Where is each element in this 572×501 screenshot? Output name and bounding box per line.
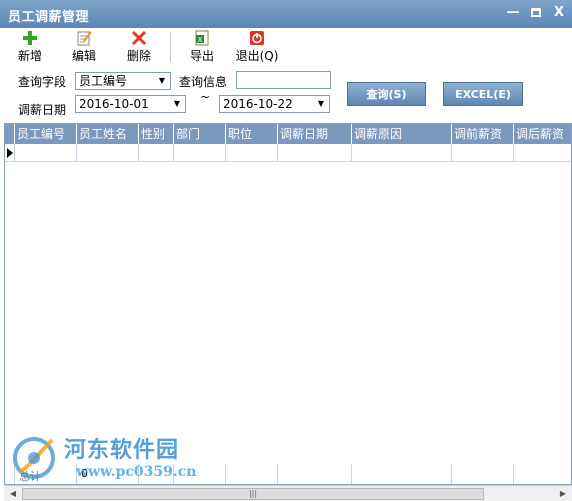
footer-cell — [452, 464, 514, 484]
maximize-button[interactable] — [527, 4, 545, 22]
column-header[interactable]: 性别 — [139, 124, 174, 144]
footer-total-label: 总计 — [15, 464, 77, 484]
column-header[interactable]: 职位 — [226, 124, 278, 144]
row-pointer-icon — [7, 148, 13, 158]
table-cell[interactable] — [139, 144, 174, 162]
date-range-separator: ~ — [200, 90, 211, 104]
edit-label: 编辑 — [71, 49, 96, 63]
table-cell[interactable] — [514, 144, 571, 162]
query-info-input[interactable] — [236, 71, 331, 89]
toolbar: 新增 编辑 删除 X 导出 退出(Q) — [0, 28, 572, 66]
column-header[interactable]: 调后薪资 — [514, 124, 571, 144]
horizontal-scrollbar[interactable]: ◀ ||| ▶ — [4, 485, 572, 501]
table-cell[interactable] — [15, 144, 77, 162]
column-header[interactable]: 调薪日期 — [278, 124, 352, 144]
svg-text:X: X — [198, 36, 203, 44]
exit-label: 退出(Q) — [235, 49, 279, 63]
table-cell[interactable] — [226, 144, 278, 162]
table-cell[interactable] — [77, 144, 139, 162]
exit-button[interactable]: 退出(Q) — [234, 30, 280, 64]
title-bar: 员工调薪管理 — X — [0, 0, 572, 28]
export-label: 导出 — [189, 49, 214, 63]
current-row-indicator[interactable] — [5, 144, 15, 162]
date-to-picker[interactable]: 2016-10-22 ▼ — [219, 95, 330, 113]
notepad-pencil-icon — [75, 30, 93, 46]
column-header[interactable]: 员工编号 — [15, 124, 77, 144]
window-title: 员工调薪管理 — [8, 10, 90, 25]
column-header[interactable]: 部门 — [174, 124, 226, 144]
query-field-value: 员工编号 — [79, 74, 128, 88]
row-header-corner — [5, 124, 15, 144]
add-label: 新增 — [17, 49, 42, 63]
salary-date-label: 调薪日期 — [18, 103, 67, 117]
query-field-label: 查询字段 — [18, 75, 67, 89]
edit-button[interactable]: 编辑 — [64, 30, 104, 64]
date-from-picker[interactable]: 2016-10-01 ▼ — [75, 95, 186, 113]
date-from-value: 2016-10-01 — [79, 97, 149, 111]
table-cell[interactable] — [452, 144, 514, 162]
delete-button[interactable]: 删除 — [119, 30, 159, 64]
close-button[interactable]: X — [550, 4, 568, 22]
table-cell[interactable] — [278, 144, 352, 162]
column-header[interactable]: 调前薪资 — [452, 124, 514, 144]
column-header[interactable]: 调薪原因 — [352, 124, 452, 144]
footer-cell — [174, 464, 226, 484]
footer-cell — [352, 464, 452, 484]
salary-adjust-table[interactable]: 员工编号 员工姓名 性别 部门 职位 调薪日期 调薪原因 调前薪资 调后薪资 — [4, 123, 572, 465]
maximize-icon — [531, 8, 541, 17]
query-field-select[interactable]: 员工编号 ▼ — [75, 72, 171, 90]
footer-cell — [278, 464, 352, 484]
scroll-left-icon[interactable]: ◀ — [6, 487, 20, 501]
power-icon — [248, 30, 266, 46]
scrollbar-thumb[interactable]: ||| — [22, 488, 484, 500]
chevron-down-icon: ▼ — [173, 99, 181, 108]
plus-icon — [21, 30, 39, 46]
delete-label: 删除 — [126, 49, 151, 63]
footer-count: 0 — [77, 464, 139, 484]
footer-row-header — [5, 464, 15, 484]
excel-button[interactable]: EXCEL(E) — [443, 82, 523, 106]
date-to-value: 2016-10-22 — [223, 97, 293, 111]
footer-cell — [139, 464, 174, 484]
chevron-down-icon: ▼ — [317, 99, 325, 108]
scroll-right-icon[interactable]: ▶ — [556, 487, 570, 501]
excel-export-icon: X — [193, 30, 211, 46]
column-header[interactable]: 员工姓名 — [77, 124, 139, 144]
minimize-button[interactable]: — — [504, 4, 522, 22]
export-button[interactable]: X 导出 — [182, 30, 222, 64]
query-info-label: 查询信息 — [179, 75, 228, 89]
search-button[interactable]: 查询(S) — [347, 82, 426, 106]
chevron-down-icon: ▼ — [158, 76, 166, 85]
table-cell[interactable] — [352, 144, 452, 162]
add-button[interactable]: 新增 — [10, 30, 50, 64]
toolbar-separator — [170, 32, 171, 62]
footer-cell — [226, 464, 278, 484]
table-cell[interactable] — [174, 144, 226, 162]
table-footer: 总计 0 — [4, 464, 572, 485]
red-x-icon — [130, 30, 148, 46]
grip-icon: ||| — [248, 489, 258, 498]
